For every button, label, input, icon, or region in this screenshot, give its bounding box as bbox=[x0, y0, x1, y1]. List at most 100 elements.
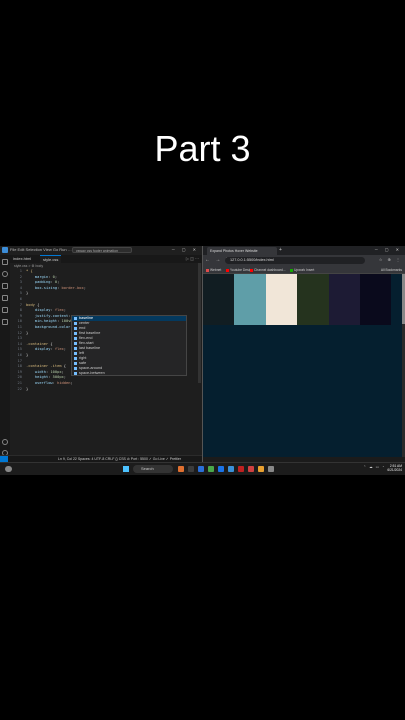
page-viewport bbox=[203, 274, 405, 457]
code-line[interactable]: 1 * { bbox=[10, 269, 33, 274]
code-token: body bbox=[26, 302, 35, 307]
address-bar[interactable]: 127.0.0.1:5500/index.html bbox=[225, 257, 365, 264]
run-debug-icon[interactable] bbox=[2, 295, 8, 301]
suggestion-item[interactable]: space-between bbox=[72, 371, 186, 376]
line-number: 15 bbox=[17, 347, 22, 352]
code-token: .container bbox=[26, 341, 49, 346]
code-line[interactable]: 16} bbox=[10, 353, 29, 358]
code-line[interactable]: 17 bbox=[10, 359, 26, 364]
code-line[interactable]: 11 background-color: bbox=[10, 325, 75, 330]
vscode-window-controls[interactable]: ─ ▢ ✕ bbox=[172, 247, 199, 252]
line-number: 11 bbox=[17, 325, 22, 329]
vscode-menu-bar[interactable]: File Edit Selection View Go Run … bbox=[10, 247, 72, 252]
suggestion-label: last baseline bbox=[79, 346, 101, 350]
code-line[interactable]: 4 box-sizing: border-box; bbox=[10, 286, 86, 291]
suggestion-label: flex-start bbox=[79, 341, 94, 345]
editor-scrollbar[interactable] bbox=[198, 263, 201, 383]
code-token: ; bbox=[63, 375, 66, 380]
taskbar-app-icon[interactable] bbox=[198, 466, 204, 472]
taskbar-app-icon[interactable] bbox=[178, 466, 184, 472]
value-icon bbox=[74, 322, 77, 325]
explorer-icon[interactable] bbox=[2, 259, 8, 265]
vscode-window: File Edit Selection View Go Run … ysway … bbox=[0, 246, 202, 462]
code-token: } bbox=[26, 291, 29, 296]
taskbar-app-icon[interactable] bbox=[188, 466, 194, 472]
bookmark-item[interactable]: Upwork Insert bbox=[290, 266, 314, 274]
tab-style-css[interactable]: style.css bbox=[40, 255, 62, 263]
browser-tab[interactable]: Expand Photos Hover Website bbox=[207, 247, 277, 255]
browser-window-controls[interactable]: ─ ▢ ✕ bbox=[375, 247, 402, 252]
code-line[interactable]: 21 overflow: hidden; bbox=[10, 381, 73, 386]
code-line[interactable]: 15 display: flex; bbox=[10, 347, 66, 352]
gallery-photo-panel[interactable] bbox=[234, 274, 266, 325]
code-line[interactable]: 7 body { bbox=[10, 302, 40, 308]
code-line[interactable]: 14 .container { bbox=[10, 342, 53, 347]
code-line[interactable]: 6 bbox=[10, 297, 26, 302]
code-token: 100px bbox=[50, 369, 62, 374]
editor-actions[interactable]: ▷ ◫ ⋯ bbox=[186, 255, 199, 263]
account-icon[interactable] bbox=[2, 439, 8, 445]
bookmark-item[interactable]: Channel dashboard... bbox=[250, 266, 286, 274]
code-token: } bbox=[26, 353, 29, 357]
system-tray[interactable]: ⌃ ☁ ▭ ◔ bbox=[363, 465, 385, 469]
gallery-photo-panel[interactable] bbox=[329, 274, 360, 325]
bookmark-item[interactable]: Webnet bbox=[206, 266, 221, 274]
gallery-photo-panel[interactable] bbox=[297, 274, 329, 325]
value-icon bbox=[74, 342, 77, 345]
editor-tabs: index.html style.css ▷ ◫ ⋯ bbox=[10, 255, 202, 263]
breadcrumb[interactable]: style.css > ⚙ body bbox=[14, 264, 43, 268]
gallery-photo-panel[interactable] bbox=[360, 274, 391, 325]
browser-tools[interactable]: ☆ ⊕ ⋮ bbox=[379, 257, 402, 262]
code-line[interactable]: 3 padding: 0; bbox=[10, 280, 60, 285]
suggestion-label: flex-end bbox=[79, 336, 93, 340]
taskbar-app-icon[interactable] bbox=[268, 466, 274, 472]
taskbar-search[interactable]: Search bbox=[133, 465, 173, 473]
code-token: flex bbox=[54, 308, 64, 313]
code-token: overflow bbox=[26, 381, 53, 385]
code-line[interactable]: 10 min-height: 100vh; bbox=[10, 319, 75, 324]
desktop-screen: File Edit Selection View Go Run … ysway … bbox=[0, 246, 405, 475]
code-line[interactable]: 13 bbox=[10, 336, 26, 341]
code-token: min-height bbox=[26, 319, 58, 324]
code-token: margin bbox=[26, 274, 49, 279]
code-line[interactable]: 8 display: flex; bbox=[10, 308, 66, 313]
taskbar-app-icon[interactable] bbox=[258, 466, 264, 472]
gallery-photo-panel[interactable] bbox=[203, 274, 234, 325]
code-line[interactable]: 18 .container .item { bbox=[10, 364, 66, 369]
code-token: ; bbox=[70, 381, 73, 385]
extensions-icon[interactable] bbox=[2, 307, 8, 313]
new-tab-icon[interactable]: + bbox=[279, 247, 282, 253]
line-number: 5 bbox=[19, 291, 22, 296]
value-icon bbox=[74, 347, 77, 350]
bookmark-label: Webnet bbox=[210, 268, 222, 272]
code-line[interactable]: 2 margin: 0; bbox=[10, 275, 57, 280]
command-center-search[interactable]: ysway css footer animation bbox=[72, 247, 132, 253]
code-line[interactable]: 20 height: 500px; bbox=[10, 375, 66, 380]
code-token: 500px bbox=[52, 375, 64, 380]
weather-widget-icon[interactable] bbox=[5, 466, 12, 472]
taskbar-app-icon[interactable] bbox=[208, 466, 214, 472]
bookmark-favicon-icon bbox=[206, 268, 209, 272]
gallery-photo-panel[interactable] bbox=[266, 274, 297, 325]
code-line[interactable]: 19 width: 100px; bbox=[10, 370, 64, 375]
search-icon[interactable] bbox=[2, 271, 8, 277]
browser-toolbar: ← → ↻ 127.0.0.1:5500/index.html ☆ ⊕ ⋮ bbox=[203, 255, 405, 266]
suggestion-label: center bbox=[79, 321, 90, 325]
code-line[interactable]: 9 justify-content: ; bbox=[10, 314, 75, 319]
all-bookmarks-link[interactable]: All Bookmarks bbox=[381, 266, 402, 274]
code-line[interactable]: 5} bbox=[10, 291, 28, 296]
source-control-icon[interactable] bbox=[2, 283, 8, 289]
clock[interactable]: 2:51 AM 6/21/2024 bbox=[387, 464, 402, 472]
code-line[interactable]: 22} bbox=[10, 387, 29, 392]
code-line[interactable]: 12} bbox=[10, 331, 29, 336]
tab-index-html[interactable]: index.html bbox=[10, 255, 34, 263]
start-icon[interactable] bbox=[123, 466, 129, 472]
suggestion-label: end bbox=[79, 326, 86, 330]
remote-explorer-icon[interactable] bbox=[2, 319, 8, 325]
taskbar-app-icon[interactable] bbox=[238, 466, 244, 472]
taskbar-app-icon[interactable] bbox=[218, 466, 224, 472]
line-number: 17 bbox=[17, 358, 22, 363]
taskbar-app-icon[interactable] bbox=[228, 466, 234, 472]
code-token: hidden bbox=[57, 381, 71, 385]
taskbar-app-icon[interactable] bbox=[248, 466, 254, 472]
